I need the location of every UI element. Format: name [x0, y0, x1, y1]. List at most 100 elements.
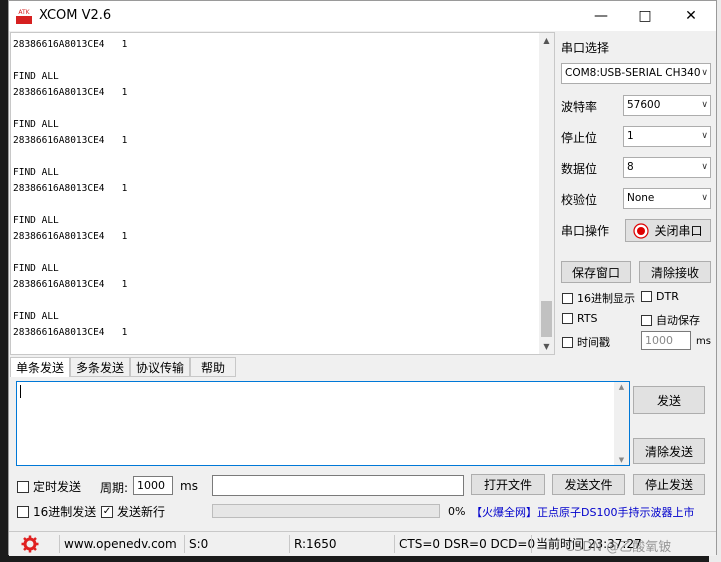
port-op-label: 串口操作 [561, 224, 610, 238]
tab-single-send[interactable]: 单条发送 [10, 357, 70, 377]
port-value: COM8:USB-SERIAL CH340 [565, 67, 701, 79]
tab-help[interactable]: 帮助 [190, 357, 236, 377]
receive-line [13, 149, 127, 165]
ad-link[interactable]: 【火爆全网】正点原子DS100手持示波器上市 [471, 504, 694, 520]
send-newline-checkbox[interactable]: ✓ 发送新行 [101, 503, 165, 520]
receive-text: 28386616A8013CE4 1 FIND ALL 28386616A8013C… [13, 37, 127, 341]
file-path-input[interactable] [212, 475, 464, 496]
gear-icon[interactable] [21, 535, 39, 553]
stop-bits-label: 停止位 [561, 131, 598, 145]
checkmark-icon: ✓ [101, 505, 113, 518]
close-button[interactable]: ✕ [668, 1, 714, 31]
receive-line [13, 293, 127, 309]
scroll-up-icon[interactable]: ▲ [539, 33, 554, 48]
receive-line: 28386616A8013CE4 1 [13, 231, 128, 242]
send-input[interactable]: ▲ ▼ [16, 381, 630, 466]
receive-line: 28386616A8013CE4 1 [13, 87, 128, 98]
period-unit: ms [180, 479, 198, 493]
checkbox-box [17, 480, 29, 493]
receive-line: FIND ALL [13, 119, 59, 130]
scroll-down-icon[interactable]: ▼ [539, 339, 554, 354]
timestamp-unit: ms [696, 336, 711, 347]
stop-send-button[interactable]: 停止发送 [633, 474, 705, 495]
receive-line: FIND ALL [13, 71, 59, 82]
record-icon [633, 222, 650, 239]
atk-logo-icon: ATK [15, 7, 33, 25]
receive-line [13, 101, 127, 117]
hex-send-checkbox[interactable]: 16进制发送 [17, 503, 96, 520]
clear-receive-button[interactable]: 清除接收 [639, 261, 711, 283]
timed-send-label: 定时发送 [33, 480, 82, 494]
timed-send-checkbox[interactable]: 定时发送 [17, 478, 81, 495]
window-title: XCOM V2.6 [39, 8, 112, 23]
status-url[interactable]: www.openedv.com [59, 535, 177, 553]
svg-text:ATK: ATK [18, 9, 30, 16]
send-button[interactable]: 发送 [633, 386, 705, 414]
checkbox-box [17, 505, 29, 518]
data-bits-label: 数据位 [561, 162, 598, 176]
tab-multi-send[interactable]: 多条发送 [70, 357, 130, 377]
chevron-down-icon: ∨ [701, 193, 708, 203]
port-select[interactable]: COM8:USB-SERIAL CH340 ∨ [561, 63, 711, 84]
send-scrollbar[interactable]: ▲ ▼ [614, 382, 629, 465]
checkbox-box [562, 313, 573, 324]
send-newline-label: 发送新行 [117, 505, 166, 519]
checkbox-box [641, 291, 652, 302]
scroll-down-icon[interactable]: ▼ [614, 456, 629, 464]
hex-display-checkbox[interactable]: 16进制显示 [562, 290, 635, 306]
timestamp-checkbox[interactable]: 时间戳 [562, 334, 610, 350]
scroll-thumb[interactable] [541, 301, 552, 337]
minimize-button[interactable]: — [578, 1, 624, 31]
save-window-button[interactable]: 保存窗口 [561, 261, 631, 283]
hex-send-label: 16进制发送 [33, 505, 97, 519]
receive-line: 28386616A8013CE4 1 [13, 279, 128, 290]
stop-bits-select[interactable]: 1 ∨ [623, 126, 711, 147]
receive-area[interactable]: 28386616A8013CE4 1 FIND ALL 28386616A8013C… [10, 32, 555, 355]
open-file-button[interactable]: 打开文件 [471, 474, 545, 495]
send-progress-bar [212, 504, 440, 518]
chevron-down-icon: ∨ [701, 162, 708, 172]
data-bits-value: 8 [627, 161, 634, 173]
close-port-button[interactable]: 关闭串口 [625, 219, 711, 242]
maximize-button[interactable]: □ [622, 1, 668, 31]
close-port-label: 关闭串口 [654, 224, 703, 238]
csdn-watermark: CSDN @乙酸氧铍 [565, 540, 672, 555]
parity-label: 校验位 [561, 193, 598, 207]
period-label: 周期: [100, 481, 129, 495]
chevron-down-icon: ∨ [701, 131, 708, 141]
auto-save-label: 自动保存 [656, 314, 700, 327]
period-input[interactable]: 1000 [133, 476, 173, 495]
receive-scrollbar[interactable]: ▲ ▼ [539, 33, 554, 354]
auto-save-checkbox[interactable]: 自动保存 [641, 312, 700, 328]
receive-line [13, 197, 127, 213]
background-left [0, 0, 8, 562]
rts-checkbox[interactable]: RTS [562, 312, 598, 325]
scroll-up-icon[interactable]: ▲ [614, 383, 629, 391]
send-file-button[interactable]: 发送文件 [552, 474, 625, 495]
chevron-down-icon: ∨ [701, 100, 708, 110]
rts-label: RTS [577, 312, 598, 325]
baud-label: 波特率 [561, 100, 598, 114]
receive-line: FIND ALL [13, 167, 59, 178]
status-received: R:1650 [289, 535, 390, 553]
dtr-checkbox[interactable]: DTR [641, 290, 679, 303]
parity-select[interactable]: None ∨ [623, 188, 711, 209]
baud-select[interactable]: 57600 ∨ [623, 95, 711, 116]
settings-panel: 串口选择 COM8:USB-SERIAL CH340 ∨ 波特率 57600 ∨… [557, 32, 715, 357]
status-bar: www.openedv.com S:0 R:1650 CTS=0 DSR=0 D… [9, 531, 716, 556]
xcom-window: ATK XCOM V2.6 — □ ✕ 28386616A8013CE4 1 FI… [8, 0, 717, 556]
tab-protocol[interactable]: 协议传输 [130, 357, 190, 377]
checkbox-box [562, 336, 573, 348]
data-bits-select[interactable]: 8 ∨ [623, 157, 711, 178]
status-lines: CTS=0 DSR=0 DCD=0 [394, 535, 535, 553]
receive-line: FIND ALL [13, 311, 59, 322]
checkbox-box [641, 314, 652, 326]
port-select-label: 串口选择 [561, 41, 610, 55]
text-cursor [20, 385, 21, 398]
clear-send-button[interactable]: 清除发送 [633, 438, 705, 464]
receive-line [13, 245, 127, 261]
stop-bits-value: 1 [627, 130, 634, 142]
receive-line: 28386616A8013CE4 1 [13, 327, 128, 338]
timestamp-interval-input[interactable]: 1000 [641, 331, 691, 350]
checkbox-box [562, 292, 573, 304]
